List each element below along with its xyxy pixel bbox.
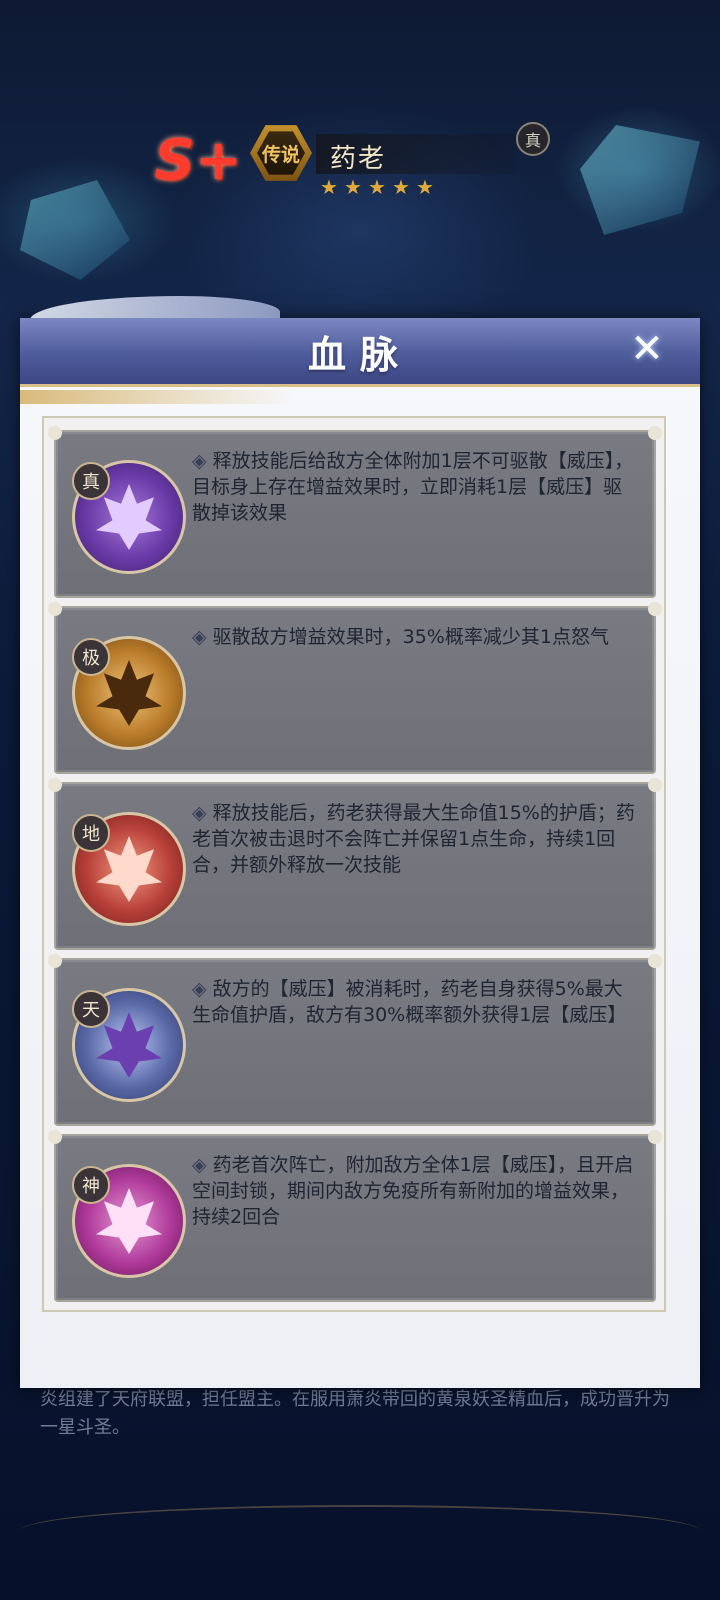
star-rating: ★ ★ ★ ★ ★	[318, 176, 448, 204]
tier-badge: 天	[72, 990, 110, 1028]
rarity-label: 传说	[257, 131, 305, 175]
bloodline-description: ◈ 释放技能后给敌方全体附加1层不可驱散【威压】，目标身上存在增益效果时，立即消耗…	[192, 448, 638, 526]
gold-trim	[20, 390, 700, 404]
bloodline-text: 释放技能后，药老获得最大生命值15%的护盾；药老首次被击退时不会阵亡并保留1点生…	[192, 802, 635, 876]
true-badge[interactable]: 真	[516, 122, 550, 156]
flame-icon	[96, 660, 162, 726]
card-corner-decoration	[48, 954, 62, 968]
bullet-icon: ◈	[192, 1154, 207, 1176]
tier-badge: 真	[72, 462, 110, 500]
bloodline-text: 敌方的【威压】被消耗时，药老自身获得5%最大生命值护盾，敌方有30%概率额外获得…	[192, 978, 627, 1026]
bullet-icon: ◈	[192, 626, 207, 648]
tier-badge: 地	[72, 814, 110, 852]
tier-badge: 极	[72, 638, 110, 676]
card-corner-decoration	[48, 426, 62, 440]
card-corner-decoration	[648, 426, 662, 440]
modal-header: 血脉 ✕	[20, 318, 700, 387]
bloodline-description: ◈ 药老首次阵亡，附加敌方全体1层【威压】，且开启空间封锁，期间内敌方免疫所有新附…	[192, 1152, 638, 1230]
star-icon: ★	[416, 175, 434, 199]
flame-icon	[96, 484, 162, 550]
bloodline-card-zhen: 真 ◈ 释放技能后给敌方全体附加1层不可驱散【威压】，目标身上存在增益效果时，立即…	[48, 426, 662, 598]
bullet-icon: ◈	[192, 978, 207, 1000]
bloodline-description: ◈ 敌方的【威压】被消耗时，药老自身获得5%最大生命值护盾，敌方有30%概率额外获…	[192, 976, 638, 1028]
bloodline-card-tian: 天 ◈ 敌方的【威压】被消耗时，药老自身获得5%最大生命值护盾，敌方有30%概率额…	[48, 954, 662, 1126]
bloodline-description: ◈ 驱散敌方增益效果时，35%概率减少其1点怒气	[192, 624, 638, 650]
bloodline-card-ji: 极 ◈ 驱散敌方增益效果时，35%概率减少其1点怒气	[48, 602, 662, 774]
card-corner-decoration	[48, 1130, 62, 1144]
bloodline-description: ◈ 释放技能后，药老获得最大生命值15%的护盾；药老首次被击退时不会阵亡并保留1点…	[192, 800, 638, 878]
close-button[interactable]: ✕	[626, 328, 668, 370]
card-corner-decoration	[48, 778, 62, 792]
bloodline-text: 药老首次阵亡，附加敌方全体1层【威压】，且开启空间封锁，期间内敌方免疫所有新附加…	[192, 1154, 634, 1228]
bloodline-text: 释放技能后给敌方全体附加1层不可驱散【威压】，目标身上存在增益效果时，立即消耗1…	[192, 450, 634, 524]
flame-icon	[96, 1188, 162, 1254]
close-icon: ✕	[630, 326, 664, 372]
card-corner-decoration	[648, 602, 662, 616]
modal-title: 血脉	[307, 333, 412, 377]
bottom-ornament	[20, 1505, 700, 1557]
flame-icon	[96, 1012, 162, 1078]
star-icon: ★	[344, 175, 362, 199]
bloodline-text: 驱散敌方增益效果时，35%概率减少其1点怒气	[212, 626, 609, 648]
tier-badge: 神	[72, 1166, 110, 1204]
bullet-icon: ◈	[192, 450, 207, 472]
star-icon: ★	[320, 175, 338, 199]
hero-name: 药老	[330, 144, 387, 174]
bullet-icon: ◈	[192, 802, 207, 824]
card-corner-decoration	[648, 1130, 662, 1144]
star-icon: ★	[392, 175, 410, 199]
card-corner-decoration	[648, 954, 662, 968]
star-icon: ★	[368, 175, 386, 199]
bloodline-card-di: 地 ◈ 释放技能后，药老获得最大生命值15%的护盾；药老首次被击退时不会阵亡并保留…	[48, 778, 662, 950]
flame-icon	[96, 836, 162, 902]
card-corner-decoration	[648, 778, 662, 792]
hero-background-description: 炎组建了天府联盟，担任盟主。在服用萧炎带回的黄泉妖圣精血后，成功晋升为一星斗圣。	[40, 1389, 670, 1438]
rank-badge: S+	[154, 127, 242, 193]
bloodline-card-shen: 神 ◈ 药老首次阵亡，附加敌方全体1层【威压】，且开启空间封锁，期间内敌方免疫所有…	[48, 1130, 662, 1302]
card-corner-decoration	[48, 602, 62, 616]
